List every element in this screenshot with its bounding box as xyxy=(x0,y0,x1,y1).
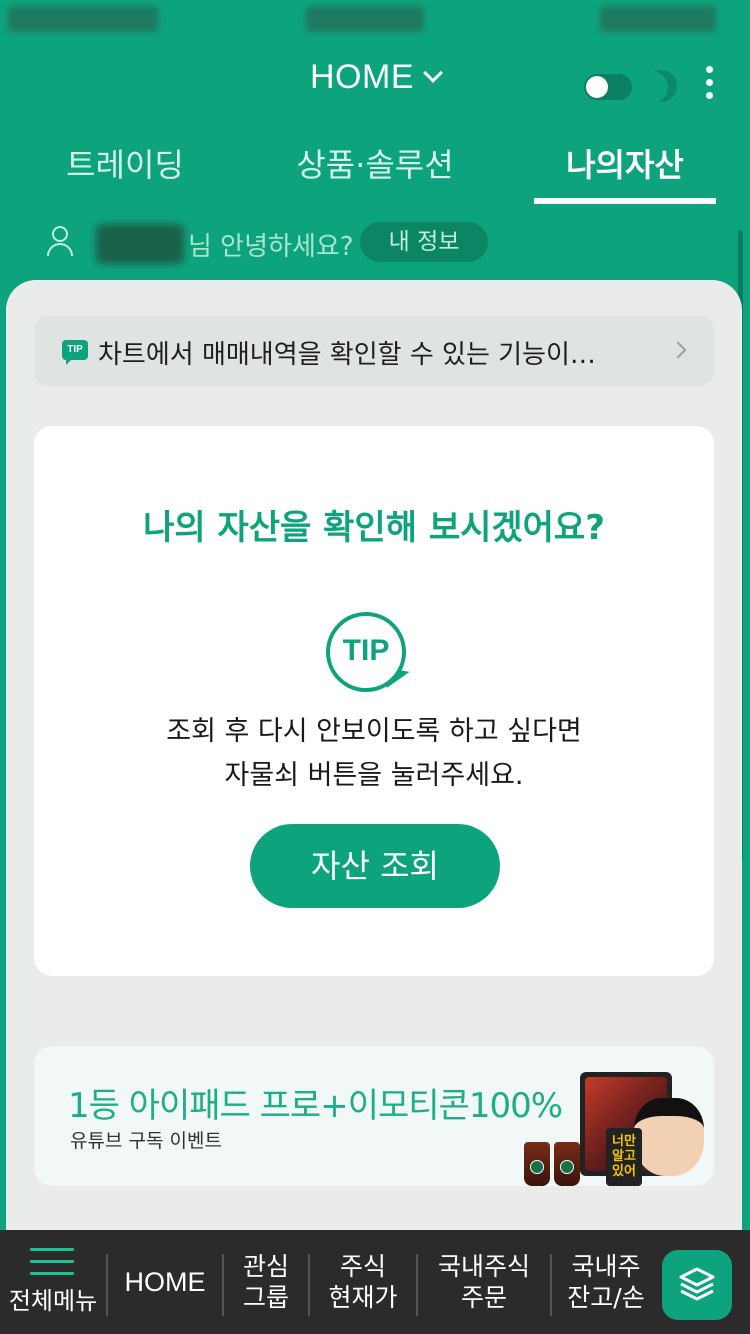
nav-watch-group-line2: 그룹 xyxy=(242,1283,289,1312)
layers-icon xyxy=(679,1267,715,1301)
dark-mode-toggle[interactable] xyxy=(584,74,632,100)
content-panel: TIP 차트에서 매매내역을 확인할 수 있는 기능이… 나의 자산을 확인해 … xyxy=(6,280,742,1240)
home-title-label: HOME xyxy=(310,58,414,96)
emoticon-tag: 너만 알고 있어 xyxy=(606,1128,642,1186)
tip-notice-bar[interactable]: TIP 차트에서 매매내역을 확인할 수 있는 기능이… xyxy=(34,316,714,386)
status-clock-obscured xyxy=(306,6,424,32)
asset-check-card: 나의 자산을 확인해 보시겠어요? TIP 조회 후 다시 안보이도록 하고 싶… xyxy=(34,426,714,976)
coffee-cup-icon xyxy=(554,1142,580,1186)
asset-card-description: 조회 후 다시 안보이도록 하고 싶다면 자물쇠 버튼을 눌러주세요. xyxy=(34,710,714,798)
nav-domestic-balance-line2: 잔고/손 xyxy=(567,1283,645,1312)
user-icon xyxy=(46,226,74,256)
layers-button[interactable] xyxy=(662,1250,732,1320)
greeting-text: 님 안녕하세요? xyxy=(188,232,354,262)
nav-domestic-order-line1: 국내주식 xyxy=(437,1252,530,1281)
nav-stock-price[interactable]: 주식 현재가 xyxy=(310,1230,416,1334)
emoticon-character-image xyxy=(634,1098,704,1176)
nav-watch-group[interactable]: 관심 그룹 xyxy=(224,1230,308,1334)
main-tabs: 트레이딩 상품·솔루션 나의자산 xyxy=(0,140,750,206)
more-menu-icon[interactable] xyxy=(700,66,718,106)
asset-card-desc-line2: 자물쇠 버튼을 눌러주세요. xyxy=(224,760,524,791)
nav-domestic-balance[interactable]: 국내주 잔고/손 xyxy=(552,1230,660,1334)
nav-stock-price-line2: 현재가 xyxy=(328,1283,398,1312)
hamburger-menu-icon xyxy=(30,1248,74,1276)
my-info-button[interactable]: 내 정보 xyxy=(360,222,488,262)
chevron-right-icon xyxy=(669,341,687,359)
asset-card-title: 나의 자산을 확인해 보시겠어요? xyxy=(143,508,605,548)
nav-all-menu[interactable]: 전체메뉴 xyxy=(0,1230,106,1334)
status-left-obscured xyxy=(8,6,158,32)
asset-card-desc-line1: 조회 후 다시 안보이도록 하고 싶다면 xyxy=(166,716,582,747)
tab-my-assets[interactable]: 나의자산 xyxy=(534,140,716,206)
banner-subtitle: 유튜브 구독 이벤트 xyxy=(70,1130,222,1152)
user-name-obscured xyxy=(96,224,184,264)
active-tab-indicator xyxy=(534,198,716,204)
banner-illustration: 너만 알고 있어 xyxy=(524,1066,714,1186)
nav-watch-group-line1: 관심 xyxy=(242,1252,289,1281)
promo-banner[interactable]: 1등 아이패드 프로+이모티콘100% 유튜브 구독 이벤트 너만 알고 있어 xyxy=(34,1046,714,1186)
tab-trading[interactable]: 트레이딩 xyxy=(60,140,190,206)
home-dropdown[interactable]: HOME xyxy=(0,58,750,97)
tip-badge-icon: TIP xyxy=(62,340,88,365)
coffee-cup-icon xyxy=(524,1142,550,1186)
app-header: HOME xyxy=(0,52,750,112)
bottom-navigation: 전체메뉴 HOME 관심 그룹 주식 현재가 국내주식 주문 국내주 잔고/손 xyxy=(0,1230,750,1334)
chevron-down-icon xyxy=(423,63,443,83)
tab-products-solutions[interactable]: 상품·솔루션 xyxy=(285,140,465,206)
toggle-knob xyxy=(586,76,608,98)
nav-domestic-order-line2: 주문 xyxy=(460,1283,507,1312)
nav-stock-price-line1: 주식 xyxy=(339,1252,386,1281)
asset-inquiry-button[interactable]: 자산 조회 xyxy=(250,824,500,908)
nav-domestic-balance-line1: 국내주 xyxy=(571,1252,641,1281)
status-right-obscured xyxy=(600,6,716,32)
tip-bubble-icon: TIP xyxy=(326,612,410,696)
nav-domestic-order[interactable]: 국내주식 주문 xyxy=(418,1230,550,1334)
tip-bubble-label: TIP xyxy=(342,634,390,667)
status-bar xyxy=(0,0,750,40)
nav-all-menu-label: 전체메뉴 xyxy=(8,1287,98,1315)
greeting-row: 님 안녕하세요? 내 정보 xyxy=(0,222,750,266)
nav-home[interactable]: HOME xyxy=(108,1230,222,1334)
banner-title: 1등 아이패드 프로+이모티콘100% xyxy=(68,1086,563,1126)
tip-notice-text: 차트에서 매매내역을 확인할 수 있는 기능이… xyxy=(98,340,596,370)
